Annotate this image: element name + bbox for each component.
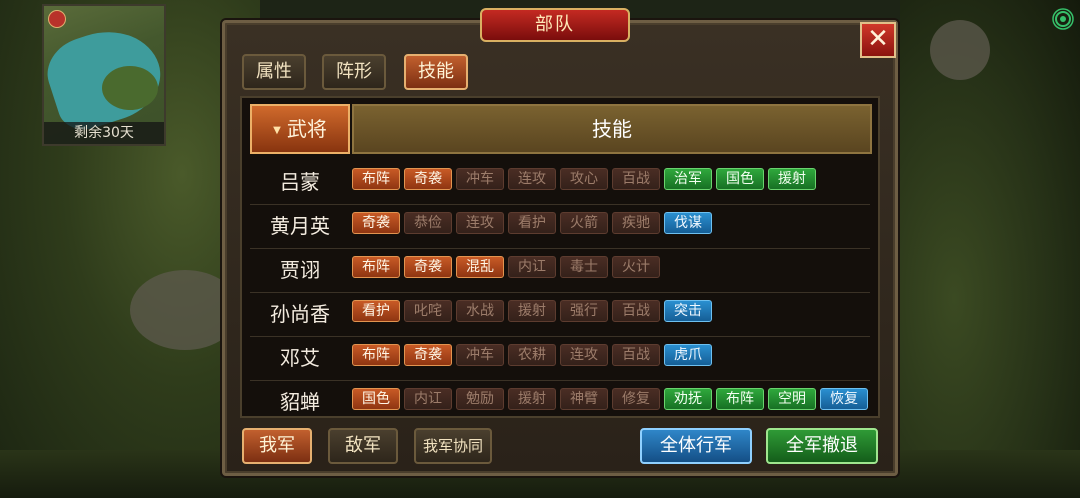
skill-chip[interactable]: 国色 [716,168,764,190]
table-row: 孙尚香 看护 叱咤 水战 援射 强行 百战 突击 [250,292,870,337]
skill-list: 看护 叱咤 水战 援射 强行 百战 突击 [352,300,712,324]
general-name[interactable]: 黄月英 [250,204,350,248]
panel-title-wrap: 部队 [480,8,630,42]
sort-down-icon: ▼ [273,124,281,136]
skill-chip[interactable]: 布阵 [716,388,764,410]
table-row: 黄月英 奇袭 恭俭 连攻 看护 火箭 疾驰 伐谋 [250,204,870,249]
skill-list: 国色 内讧 勉励 援射 神臂 修复 劝抚 布阵 空明 恢复 [352,388,868,412]
skills-table: ▼ 武将 技能 吕蒙 布阵 奇袭 冲车 连攻 攻心 百战 治军 国色 援射 黄月英 奇袭 恭俭 连攻 看护 火箭… [240,96,880,418]
days-remaining: 剩余30天 [44,122,164,144]
skill-chip[interactable]: 治军 [664,168,712,190]
skill-chip[interactable]: 援射 [508,388,556,410]
map-rock [930,20,990,80]
skill-chip[interactable]: 看护 [352,300,400,322]
enemy-army-button[interactable]: 敌军 [328,428,398,464]
skill-chip[interactable]: 奇袭 [352,212,400,234]
our-army-button[interactable]: 我军 [242,428,312,464]
table-row: 邓艾 布阵 奇袭 冲车 农耕 连攻 百战 虎爪 [250,336,870,381]
skill-chip[interactable]: 内讧 [508,256,556,278]
skill-chip[interactable]: 毒士 [560,256,608,278]
skill-chip[interactable]: 连攻 [560,344,608,366]
table-row: 吕蒙 布阵 奇袭 冲车 连攻 攻心 百战 治军 国色 援射 [250,160,870,205]
skill-chip[interactable]: 看护 [508,212,556,234]
header-general-label: 武将 [286,117,327,141]
skill-chip[interactable]: 冲车 [456,344,504,366]
general-name[interactable]: 贾诩 [250,248,350,292]
panel-title: 部队 [480,8,630,42]
skill-list: 布阵 奇袭 冲车 连攻 攻心 百战 治军 国色 援射 [352,168,816,192]
our-coop-button[interactable]: 我军协同 [414,428,492,464]
skill-chip[interactable]: 布阵 [352,168,400,190]
close-button[interactable]: ✕ [860,22,896,58]
header-general-sort[interactable]: ▼ 武将 [250,104,350,154]
skill-chip[interactable]: 虎爪 [664,344,712,366]
skill-chip[interactable]: 布阵 [352,344,400,366]
general-name[interactable]: 孙尚香 [250,292,350,336]
signal-icon [1052,8,1074,30]
skill-chip[interactable]: 火箭 [560,212,608,234]
skill-chip[interactable]: 强行 [560,300,608,322]
all-retreat-button[interactable]: 全军撤退 [766,428,878,464]
skill-list: 布阵 奇袭 混乱 内讧 毒士 火计 [352,256,660,280]
map-background-right [900,0,1080,498]
minimap-island [102,66,158,110]
skill-chip[interactable]: 恢复 [820,388,868,410]
skill-chip[interactable]: 百战 [612,344,660,366]
skill-chip[interactable]: 百战 [612,300,660,322]
skill-list: 奇袭 恭俭 连攻 看护 火箭 疾驰 伐谋 [352,212,712,236]
skill-chip[interactable]: 修复 [612,388,660,410]
skill-chip[interactable]: 伐谋 [664,212,712,234]
skill-chip[interactable]: 冲车 [456,168,504,190]
skill-chip[interactable]: 叱咤 [404,300,452,322]
skill-chip[interactable]: 水战 [456,300,504,322]
skill-chip[interactable]: 混乱 [456,256,504,278]
skill-chip[interactable]: 勉励 [456,388,504,410]
skill-chip[interactable]: 奇袭 [404,256,452,278]
skill-chip[interactable]: 连攻 [508,168,556,190]
tab-formation[interactable]: 阵形 [322,54,386,90]
general-name[interactable]: 貂蝉 [250,380,350,416]
skill-list: 布阵 奇袭 冲车 农耕 连攻 百战 虎爪 [352,344,712,368]
skill-chip[interactable]: 奇袭 [404,168,452,190]
skill-chip[interactable]: 劝抚 [664,388,712,410]
tab-attributes[interactable]: 属性 [242,54,306,90]
skill-chip[interactable]: 神臂 [560,388,608,410]
tab-skills[interactable]: 技能 [404,54,468,90]
minimap[interactable]: 剩余30天 [42,4,166,146]
all-march-button[interactable]: 全体行军 [640,428,752,464]
header-skill: 技能 [352,104,872,154]
skill-chip[interactable]: 布阵 [352,256,400,278]
skill-chip[interactable]: 攻心 [560,168,608,190]
minimap-faction-badge [48,10,66,28]
general-name[interactable]: 邓艾 [250,336,350,380]
skill-chip[interactable]: 火计 [612,256,660,278]
skill-chip[interactable]: 援射 [508,300,556,322]
skill-chip[interactable]: 奇袭 [404,344,452,366]
skill-chip[interactable]: 国色 [352,388,400,410]
skill-chip[interactable]: 突击 [664,300,712,322]
skill-chip[interactable]: 农耕 [508,344,556,366]
skill-chip[interactable]: 百战 [612,168,660,190]
skill-chip[interactable]: 恭俭 [404,212,452,234]
skill-chip[interactable]: 空明 [768,388,816,410]
general-name[interactable]: 吕蒙 [250,160,350,204]
table-row: 贾诩 布阵 奇袭 混乱 内讧 毒士 火计 [250,248,870,293]
skill-chip[interactable]: 连攻 [456,212,504,234]
skill-chip[interactable]: 疾驰 [612,212,660,234]
skill-chip[interactable]: 内讧 [404,388,452,410]
skill-chip[interactable]: 援射 [768,168,816,190]
table-row: 貂蝉 国色 内讧 勉励 援射 神臂 修复 劝抚 布阵 空明 恢复 [250,380,870,416]
